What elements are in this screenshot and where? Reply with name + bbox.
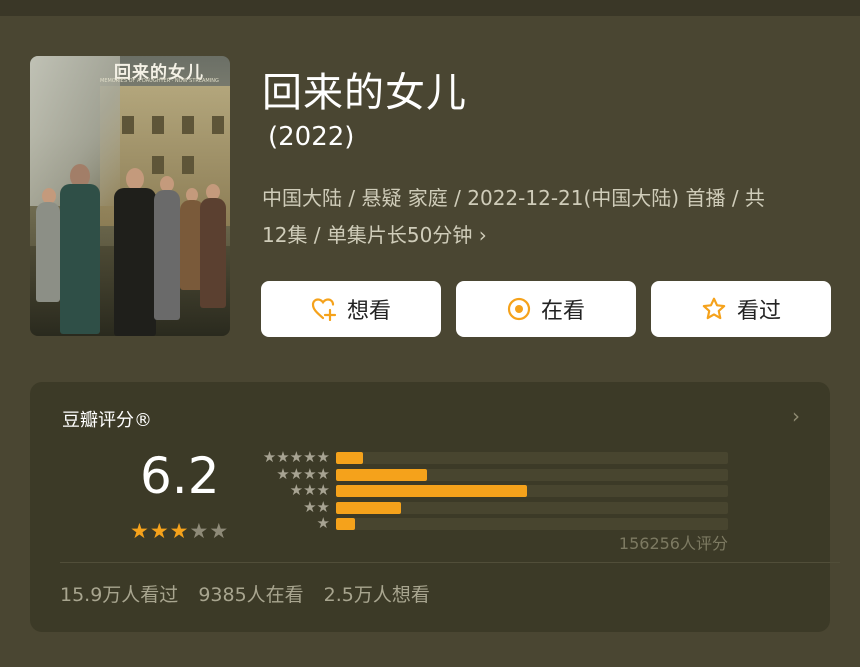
watched-button[interactable]: 看过 [651, 281, 831, 337]
meta-line-2: 12集 / 单集片长50分钟 › [262, 217, 822, 254]
small-star-icon: ★ [316, 497, 330, 516]
poster-figure [36, 202, 60, 302]
douban-rating-card[interactable]: 豆瓣评分® › 6.2 ★ ★ ★ ★ ★ ★ ★ ★ ★ ★ ★ ★ ★ ★ ★ ★ ★ ★ ★ ★ 156256… [30, 382, 840, 632]
small-star-icon: ★ [316, 481, 330, 499]
watching-label: 在看 [540, 299, 585, 324]
small-star-icon: ★ [303, 481, 317, 499]
rating-bar-track [336, 485, 728, 497]
chevron-right-icon[interactable]: › [792, 404, 800, 428]
star-empty-icon: ★ [209, 519, 229, 543]
divider [60, 562, 840, 563]
rating-bar-track [336, 468, 728, 481]
poster-figure [154, 190, 180, 320]
poster-window [182, 116, 194, 134]
movie-meta[interactable]: 中国大陆 / 悬疑 家庭 / 2022-12-21(中国大陆) 首播 / 共 1… [262, 180, 822, 254]
star-filled-icon: ★ [149, 519, 169, 543]
poster-window [122, 116, 134, 134]
poster-subtitle: MEMORIES OF A DAUGHTER · NOW STREAMING [100, 78, 219, 84]
top-status-bar [0, 0, 860, 16]
heart-plus-icon [311, 297, 337, 321]
rating-bar-3-star [336, 485, 527, 497]
small-star-icon: ★ [276, 464, 290, 483]
small-star-icon: ★ [303, 464, 317, 483]
movie-poster[interactable]: 回来的女儿 MEMORIES OF A DAUGHTER · NOW STREA… [30, 56, 230, 336]
movie-title: 回来的女儿 [262, 70, 467, 116]
watching-count: 9385人在看 [198, 584, 304, 606]
audience-stats: 15.9万人看过 9385人在看 2.5万人想看 [60, 580, 430, 607]
poster-window [152, 156, 164, 174]
poster-window [152, 116, 164, 134]
rating-bar-4-star [336, 468, 428, 481]
rating-label: 豆瓣评分® [62, 410, 152, 431]
star-empty-icon: ★ [189, 519, 209, 543]
star-filled-icon: ★ [130, 519, 149, 543]
star-level-3: ★ ★ ★ [290, 483, 330, 498]
small-star-icon: ★ [289, 464, 304, 483]
small-star-icon: ★ [276, 448, 290, 466]
watched-label: 看过 [736, 299, 781, 324]
star-filled-icon: ★ [169, 519, 189, 543]
watched-count: 15.9万人看过 [60, 584, 179, 606]
rating-count: 156256人评分 [618, 534, 728, 553]
star-level-2: ★ ★ [303, 497, 330, 516]
want-to-watch-label: 想看 [346, 299, 391, 324]
small-star-icon: ★ [316, 464, 330, 483]
small-star-icon: ★ [289, 481, 304, 499]
want-to-watch-button[interactable]: 想看 [261, 281, 441, 337]
star-level-1: ★ [317, 516, 330, 531]
small-star-icon: ★ [303, 497, 317, 516]
movie-year: (2022) [268, 122, 355, 152]
rating-stars: ★ ★ ★ ★ ★ [130, 521, 228, 542]
poster-window [182, 156, 194, 174]
small-star-icon: ★ [316, 448, 330, 466]
rating-bar-2-star [336, 501, 402, 514]
small-star-icon: ★ [289, 448, 304, 466]
small-star-icon: ★ [303, 448, 317, 466]
want-count: 2.5万人想看 [323, 584, 430, 606]
small-star-icon: ★ [262, 448, 277, 466]
rating-bar-1-star [336, 518, 355, 530]
rating-score: 6.2 [140, 447, 220, 505]
rating-bar-track [336, 501, 728, 514]
poster-figure [200, 198, 226, 308]
poster-figure [114, 188, 156, 336]
small-star-icon: ★ [316, 514, 330, 532]
meta-line-1: 中国大陆 / 悬疑 家庭 / 2022-12-21(中国大陆) 首播 / 共 [262, 186, 765, 210]
meta-line-2-text: 12集 / 单集片长50分钟 [262, 223, 473, 247]
star-outline-icon [701, 296, 727, 322]
watching-button[interactable]: 在看 [456, 281, 636, 337]
rating-bar-track [336, 452, 728, 464]
poster-figure-head [126, 168, 144, 190]
star-level-labels: ★ ★ ★ ★ ★ ★ ★ ★ ★ ★ ★ ★ ★ ★ ★ [250, 448, 330, 531]
star-level-5: ★ ★ ★ ★ ★ [263, 450, 330, 465]
poster-window [212, 116, 224, 134]
poster-figure [60, 184, 100, 334]
rating-bar-5-star [336, 452, 363, 464]
target-circle-icon [507, 297, 531, 321]
star-level-4: ★ ★ ★ ★ [276, 464, 330, 483]
chevron-right-icon: › [478, 223, 487, 247]
rating-bar-track [336, 518, 728, 530]
